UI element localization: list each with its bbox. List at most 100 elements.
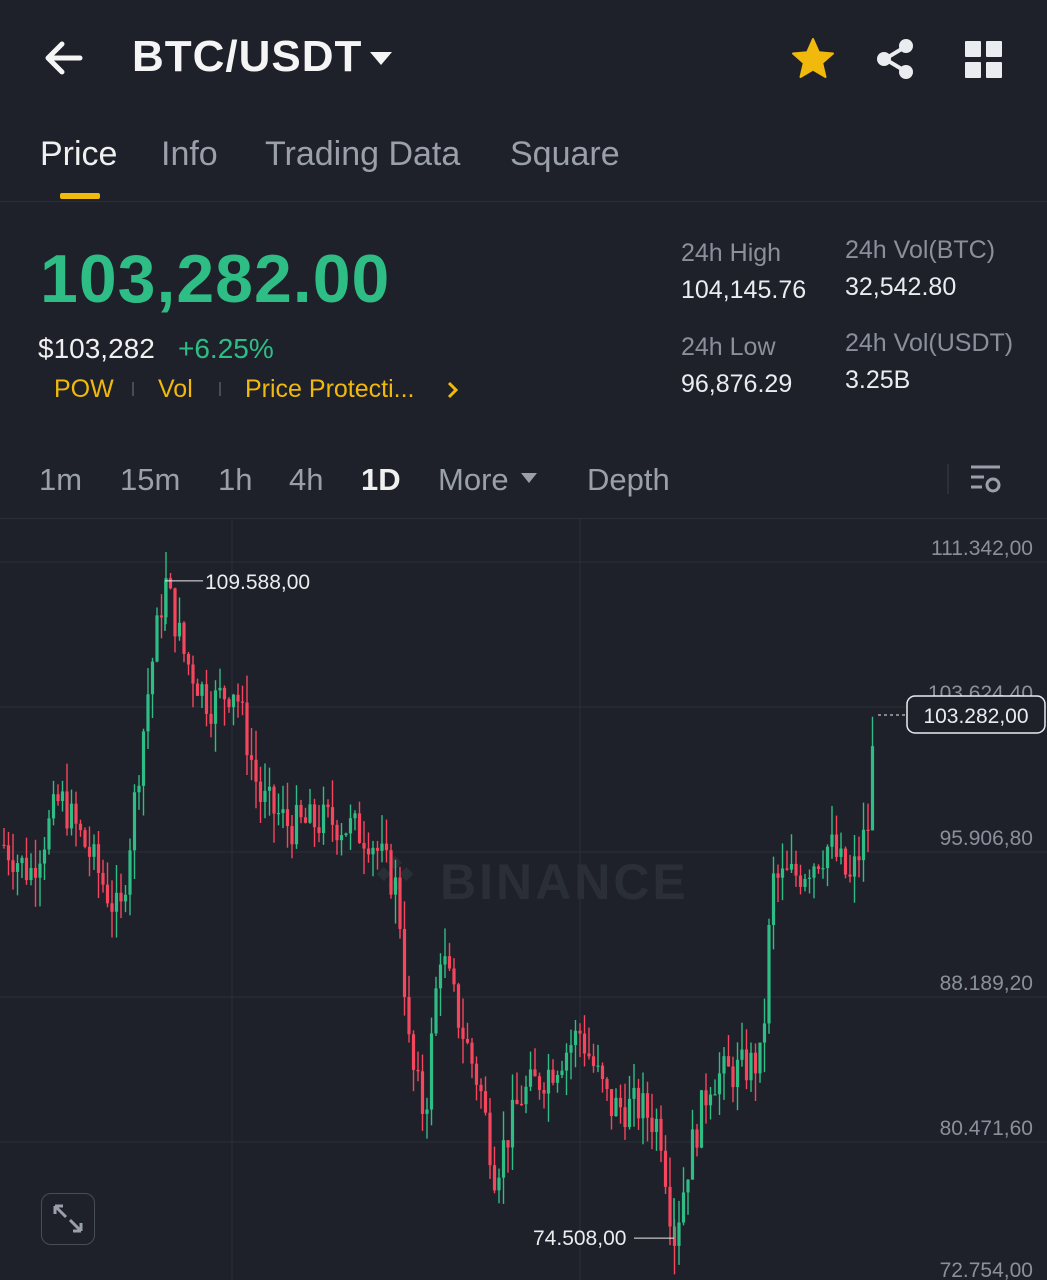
candle-body (663, 1150, 668, 1187)
toolbar-divider (947, 464, 949, 494)
candle-body (371, 847, 375, 855)
candle-body (596, 1065, 600, 1067)
candle-body (677, 1222, 681, 1246)
candle-body (285, 809, 290, 827)
depth-tab[interactable]: Depth (587, 462, 670, 498)
candle-body (141, 731, 146, 786)
low-label: 24h Low (681, 333, 776, 361)
candle-body (150, 661, 155, 695)
candle-body (191, 664, 195, 684)
candle-body (65, 791, 69, 829)
candle-body (825, 846, 830, 869)
candle-body (204, 684, 209, 714)
candle-body (119, 892, 123, 902)
tab-trading-data[interactable]: Trading Data (265, 135, 460, 174)
candle-body (254, 759, 258, 782)
candle-body (492, 1165, 497, 1191)
candle-body (762, 1023, 767, 1043)
arrow-left-icon[interactable] (40, 36, 88, 80)
candle-body (510, 1099, 515, 1148)
candle-body (830, 834, 834, 847)
chevron-down-icon[interactable] (368, 50, 394, 68)
interval-4h[interactable]: 4h (289, 462, 323, 498)
candle-body (411, 1034, 416, 1070)
candle-body (78, 823, 83, 831)
tag-pow[interactable]: POW (54, 375, 114, 404)
candle-body (389, 850, 393, 895)
candle-body (290, 826, 294, 845)
share-icon[interactable] (872, 36, 918, 82)
tag-price-protection[interactable]: Price Protecti... (245, 375, 415, 404)
candle-body (690, 1129, 695, 1180)
interval-more[interactable]: More (438, 462, 509, 498)
candle-body (461, 1027, 465, 1039)
chevron-right-icon[interactable] (446, 380, 460, 400)
chart-settings-icon[interactable] (968, 462, 1004, 498)
candle-body (299, 804, 303, 818)
top-bar: BTC/USDT (0, 0, 1047, 120)
vol-usdt-value: 3.25B (845, 366, 911, 394)
tab-square[interactable]: Square (510, 135, 620, 174)
candle-body (384, 843, 389, 851)
expand-icon (53, 1204, 83, 1233)
interval-1h[interactable]: 1h (218, 462, 252, 498)
y-axis-label: 111.342,00 (931, 537, 1033, 560)
candle-body (789, 863, 794, 870)
candle-body (807, 877, 812, 879)
candle-body (749, 1052, 753, 1081)
candle-body (546, 1069, 551, 1094)
tag-vol[interactable]: Vol (158, 375, 193, 404)
high-marker-label: 109.588,00 (205, 571, 310, 594)
candle-body (105, 884, 110, 904)
tab-price[interactable]: Price (40, 135, 117, 174)
candle-body (600, 1065, 605, 1079)
vol-btc-value: 32,542.80 (845, 273, 957, 301)
candle-body (555, 1074, 560, 1083)
caret-down-icon[interactable] (520, 472, 538, 484)
candle-body (213, 690, 218, 724)
candle-body (29, 867, 33, 881)
candle-body (560, 1070, 564, 1075)
candle-body (195, 683, 200, 696)
candle-body (146, 694, 150, 732)
interval-15m[interactable]: 15m (120, 462, 180, 498)
expand-button[interactable] (41, 1193, 95, 1245)
candle-body (780, 868, 785, 878)
candle-body (218, 687, 222, 691)
candle-body (92, 844, 96, 857)
y-axis-label: 88.189,20 (940, 972, 1033, 995)
pair-title[interactable]: BTC/USDT (132, 32, 362, 82)
candle-body (722, 1056, 726, 1074)
watermark-text: BINANCE (440, 854, 689, 910)
interval-1m[interactable]: 1m (39, 462, 82, 498)
candle-body (614, 1097, 618, 1117)
candle-body (564, 1052, 569, 1071)
candle-body (128, 850, 132, 895)
candle-body (618, 1097, 623, 1108)
vol-btc-label: 24h Vol(BTC) (845, 236, 996, 264)
candle-body (294, 804, 299, 845)
candle-body (834, 834, 839, 857)
candle-body (236, 694, 240, 702)
candle-body (186, 653, 191, 665)
high-value: 104,145.76 (681, 276, 807, 304)
interval-1d[interactable]: 1D (361, 462, 401, 498)
candle-body (15, 863, 20, 872)
candle-body (101, 872, 105, 885)
candle-body (587, 1053, 591, 1057)
candle-body (416, 1069, 420, 1072)
candle-body (227, 699, 231, 708)
tab-info[interactable]: Info (161, 135, 218, 174)
candle-body (870, 746, 875, 831)
candle-body (380, 843, 384, 851)
high-label: 24h High (681, 239, 782, 267)
tab-bar: Price Info Trading Data Square (0, 125, 1047, 202)
candle-body (501, 1140, 506, 1178)
candlestick-chart[interactable]: BINANCE 109.588,00 74.508,00 111.342,00 103.… (0, 519, 1047, 1280)
candle-body (740, 1049, 744, 1060)
star-icon[interactable] (790, 36, 836, 82)
candle-body (83, 830, 87, 847)
candle-body (821, 868, 825, 870)
grid-icon[interactable] (962, 38, 1006, 82)
candle-body (258, 781, 263, 802)
